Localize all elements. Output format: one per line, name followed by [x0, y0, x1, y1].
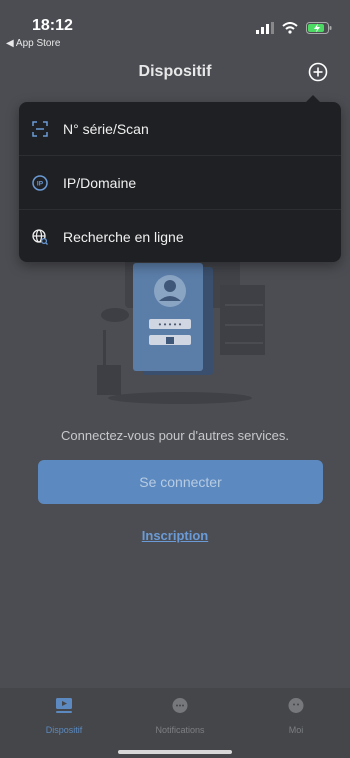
profile-icon	[288, 698, 304, 713]
ip-icon: IP	[31, 174, 49, 192]
signup-link[interactable]: Inscription	[0, 528, 350, 543]
svg-text:IP: IP	[37, 180, 44, 187]
tab-notifications[interactable]: Notifications	[130, 696, 230, 735]
menu-item-ip-domain[interactable]: IP IP/Domaine	[19, 156, 341, 209]
page-title: Dispositif	[138, 63, 212, 80]
add-device-button[interactable]	[308, 62, 328, 82]
battery-charging-icon	[306, 22, 332, 34]
chat-icon	[172, 698, 188, 713]
tab-label: Moi	[288, 725, 304, 735]
menu-item-online-search[interactable]: Recherche en ligne	[19, 210, 341, 263]
login-button[interactable]: Se connecter	[38, 460, 323, 504]
tab-dispositif[interactable]: Dispositif	[14, 696, 114, 735]
wifi-icon	[282, 22, 298, 34]
back-to-app-store-link[interactable]: ◀ App Store	[6, 38, 60, 49]
add-device-menu: N° série/Scan IP IP/Domaine Recherche en…	[19, 95, 341, 263]
bottom-tab-bar: Dispositif Notifications Moi	[0, 688, 350, 758]
tab-label: Notifications	[155, 725, 205, 735]
tab-label: Dispositif	[45, 725, 83, 735]
menu-arrow	[306, 95, 320, 102]
globe-search-icon	[31, 228, 49, 246]
home-indicator	[118, 750, 232, 754]
menu-item-label: IP/Domaine	[63, 174, 137, 191]
menu-item-serial-scan[interactable]: N° série/Scan	[19, 102, 341, 155]
status-time: 18:12	[32, 17, 73, 34]
menu-item-label: Recherche en ligne	[63, 228, 184, 245]
device-icon	[56, 698, 72, 713]
status-bar: 18:12 ◀ App Store	[0, 0, 350, 56]
menu-item-label: N° série/Scan	[63, 120, 149, 137]
signal-icon	[256, 22, 274, 34]
svg-text:• • • • •: • • • • •	[159, 320, 182, 329]
scan-icon	[31, 120, 49, 138]
login-hint-text: Connectez-vous pour d'autres services.	[61, 428, 289, 443]
system-icons	[256, 22, 332, 34]
tab-moi[interactable]: Moi	[246, 696, 346, 735]
